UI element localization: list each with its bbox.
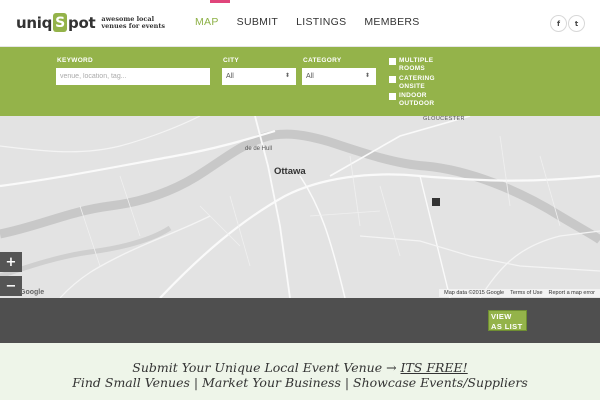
category-select[interactable]: All ⬍ [302,68,376,85]
map-label-hull: de de Hull [245,146,273,152]
its-free-link[interactable]: ITS FREE! [401,360,468,375]
road [159,173,600,298]
map-report-link[interactable]: Report a map error [549,290,595,296]
city-select-value: All [226,73,234,80]
venue-map[interactable]: GLOUCESTER de de Hull Ottawa + − Google … [0,116,600,298]
logo-tagline: awesome local venues for events [101,14,166,30]
checkbox-label: INDOOR OUTDOOR [399,92,435,107]
map-label-gloucester: GLOUCESTER [423,116,465,122]
site-header: uniq S pot awesome local venues for even… [0,0,600,47]
promo-submit-text: Submit Your Unique Local Event Venue → [132,360,401,375]
river-branch [0,225,172,279]
twitter-icon[interactable]: t [568,15,585,32]
road [479,230,600,298]
keyword-input[interactable] [56,68,210,85]
promo-banner: Submit Your Unique Local Event Venue → I… [0,343,600,400]
search-filter-band: KEYWORD CITY All ⬍ CATEGORY All ⬍ MULTIP… [0,47,600,116]
road [59,215,211,298]
promo-line-1: Submit Your Unique Local Event Venue → I… [0,360,600,375]
promo-line-2: Find Small Venues | Market Your Business… [72,375,528,390]
road [299,175,346,298]
logo-prefix: uniq [16,13,53,32]
nav-map[interactable]: MAP [195,16,219,28]
active-accent-bar [210,0,230,3]
facebook-icon[interactable]: f [550,15,567,32]
road [0,129,276,188]
road [419,175,451,298]
checkbox-box[interactable] [389,93,396,100]
view-as-list-button[interactable]: VIEW AS LIST [488,310,527,331]
google-logo: Google [20,289,45,296]
select-caret-icon: ⬍ [284,73,290,79]
nav-listings[interactable]: LISTINGS [296,16,346,28]
checkbox-multiple-rooms[interactable]: MULTIPLE ROOMS [389,57,459,73]
river-shape [0,129,600,244]
road [0,116,201,153]
checkbox-label: CATERING ONSITE [399,75,435,90]
logo-s-badge: S [53,13,68,32]
checkbox-box[interactable] [389,76,396,83]
map-attribution-bar: Map data ©2015 Google Terms of Use Repor… [439,289,600,297]
main-nav: MAP SUBMIT LISTINGS MEMBERS [195,16,438,28]
site-logo[interactable]: uniq S pot awesome local venues for even… [16,13,171,32]
category-label: CATEGORY [303,57,342,64]
checkbox-label: MULTIPLE ROOMS [399,57,434,72]
checkbox-indoor-outdoor[interactable]: INDOOR OUTDOOR [389,92,459,108]
logo-wordmark: uniq S pot [16,13,96,32]
nav-members[interactable]: MEMBERS [364,16,419,28]
city-select[interactable]: All ⬍ [222,68,296,85]
map-attribution: Map data ©2015 Google [444,290,505,296]
category-select-value: All [306,73,314,80]
zoom-in-button[interactable]: + [0,252,22,272]
logo-suffix: pot [68,13,96,32]
map-marker [432,198,440,206]
checkbox-box[interactable] [389,58,396,65]
keyword-label: KEYWORD [57,57,94,64]
select-caret-icon: ⬍ [364,73,370,79]
nav-submit[interactable]: SUBMIT [237,16,278,28]
listing-bar: VIEW AS LIST [0,298,600,343]
map-label-ottawa: Ottawa [274,166,306,177]
city-label: CITY [223,57,240,64]
checkbox-catering-onsite[interactable]: CATERING ONSITE [389,75,459,91]
zoom-out-button[interactable]: − [0,276,22,296]
map-canvas [0,116,600,298]
map-terms-link[interactable]: Terms of Use [510,290,542,296]
